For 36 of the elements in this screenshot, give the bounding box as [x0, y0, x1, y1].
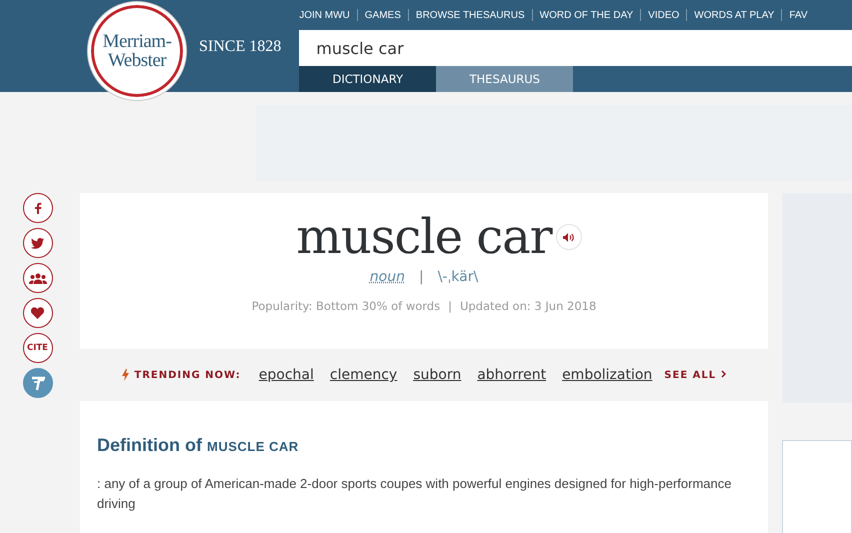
logo[interactable]: Merriam- Webster [88, 2, 186, 100]
logo-icon[interactable] [22, 368, 52, 398]
group-icon[interactable] [22, 263, 52, 293]
trending-label: TRENDING NOW: [134, 370, 241, 380]
chevron-icon [720, 370, 726, 378]
separator: | [418, 269, 424, 285]
audio-button[interactable] [556, 224, 582, 250]
definition-heading: Definition of MUSCLE CAR [97, 435, 300, 456]
trending-word-link[interactable]: clemency [330, 367, 398, 383]
trending-word-link[interactable]: embolization [562, 367, 652, 383]
trending-word-link[interactable]: epochal [258, 367, 314, 383]
updated-date: Updated on: 3 Jun 2018 [460, 299, 596, 313]
nav-link[interactable]: JOIN MWU [299, 10, 350, 20]
lightning-icon [122, 369, 130, 381]
nav-link[interactable]: GAMES [364, 10, 401, 20]
facebook-icon[interactable] [22, 193, 52, 223]
since-tagline: SINCE 1828 [199, 38, 282, 56]
nav-link[interactable]: WORDS AT PLAY [694, 10, 774, 20]
search-tab[interactable]: DICTIONARY [299, 66, 436, 92]
separator: | [448, 299, 452, 313]
nav-link[interactable]: WORD OF THE DAY [540, 10, 634, 20]
speaker-icon [563, 232, 574, 242]
nav-link[interactable]: FAV [789, 10, 808, 20]
trending-word-link[interactable]: abhorrent [477, 367, 546, 383]
nav-link[interactable]: BROWSE THESAURUS [416, 10, 525, 20]
see-all-link[interactable]: SEE ALL [664, 370, 726, 380]
twitter-icon[interactable] [22, 228, 52, 258]
popularity-text: Popularity: Bottom 30% of words [252, 299, 440, 313]
nav-link[interactable]: VIDEO [648, 10, 680, 20]
trending-word-link[interactable]: suborn [413, 367, 462, 383]
part-of-speech-link[interactable]: noun [370, 269, 405, 285]
cite-button[interactable]: CITE [22, 333, 52, 363]
headword: muscle car [296, 209, 552, 265]
search-field[interactable]: muscle car [299, 30, 852, 66]
pronunciation: \-ˌkär\ [438, 269, 478, 285]
definition-text: : any of a group of American-made 2-door sports coupes with powerful engines designed for high-performance driving [97, 475, 732, 513]
